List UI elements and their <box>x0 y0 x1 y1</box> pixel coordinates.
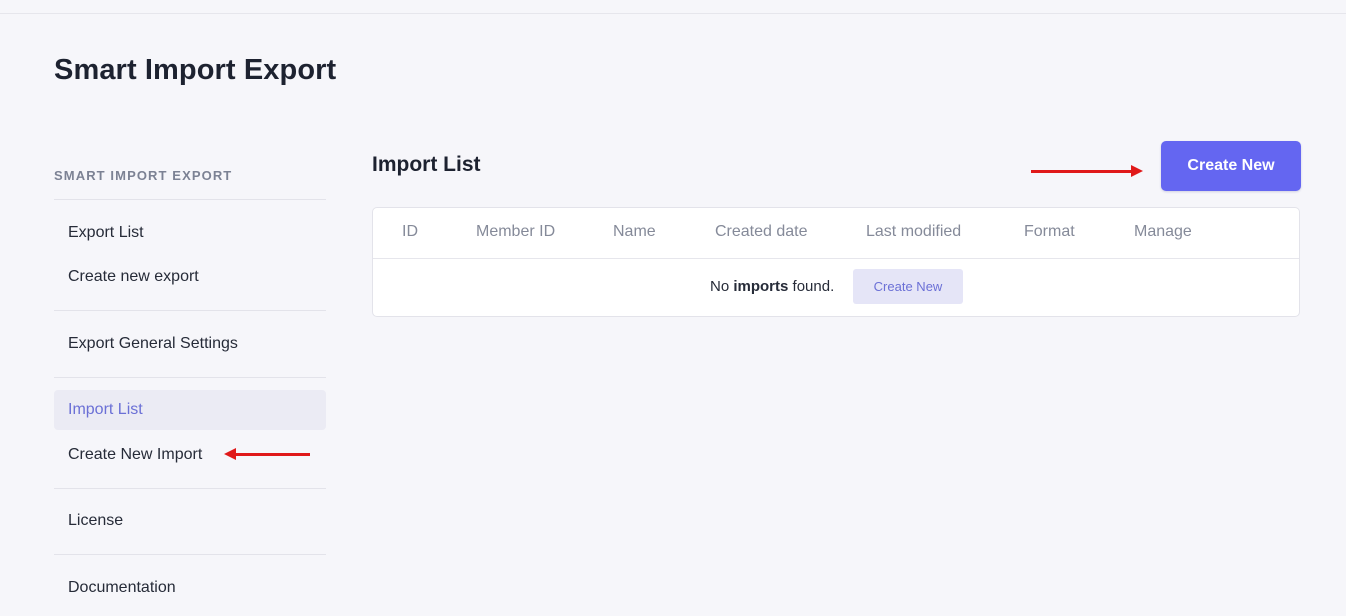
sidebar-item-license[interactable]: License <box>54 501 326 541</box>
sidebar-item-import-list[interactable]: Import List <box>54 390 326 430</box>
empty-state-create-new-button[interactable]: Create New <box>853 269 963 304</box>
sidebar-item-export-general-settings[interactable]: Export General Settings <box>54 324 326 364</box>
column-header-format[interactable]: Format <box>1024 208 1075 258</box>
app-title: Smart Import Export <box>54 54 337 86</box>
empty-state-prefix: No <box>710 278 734 295</box>
sidebar-divider <box>54 377 326 378</box>
top-divider <box>0 13 1346 14</box>
empty-state-emphasis: imports <box>733 278 789 295</box>
empty-state-suffix: found. <box>788 278 835 295</box>
table-header: ID Member ID Name Created date Last modi… <box>373 208 1299 259</box>
sidebar-item-documentation[interactable]: Documentation <box>54 568 326 608</box>
sidebar-item-export-list[interactable]: Export List <box>54 213 326 253</box>
create-new-button[interactable]: Create New <box>1161 141 1301 191</box>
page-title: Import List <box>372 153 481 176</box>
sidebar-item-create-new-export[interactable]: Create new export <box>54 257 326 297</box>
arrow-icon <box>224 448 310 460</box>
sidebar-divider <box>54 554 326 555</box>
column-header-id[interactable]: ID <box>402 208 418 258</box>
arrow-icon <box>1031 165 1143 177</box>
sidebar-divider <box>54 199 326 200</box>
sidebar-heading: SMART IMPORT EXPORT <box>54 168 233 183</box>
column-header-name[interactable]: Name <box>613 208 656 258</box>
column-header-created-date[interactable]: Created date <box>715 208 808 258</box>
table-empty-row: No imports found. Create New <box>373 259 1299 316</box>
column-header-member-id[interactable]: Member ID <box>476 208 555 258</box>
column-header-last-modified[interactable]: Last modified <box>866 208 961 258</box>
sidebar-divider <box>54 488 326 489</box>
column-header-manage[interactable]: Manage <box>1134 208 1192 258</box>
import-table: ID Member ID Name Created date Last modi… <box>372 207 1300 317</box>
empty-state-message: No imports found. <box>710 259 834 315</box>
sidebar-divider <box>54 310 326 311</box>
